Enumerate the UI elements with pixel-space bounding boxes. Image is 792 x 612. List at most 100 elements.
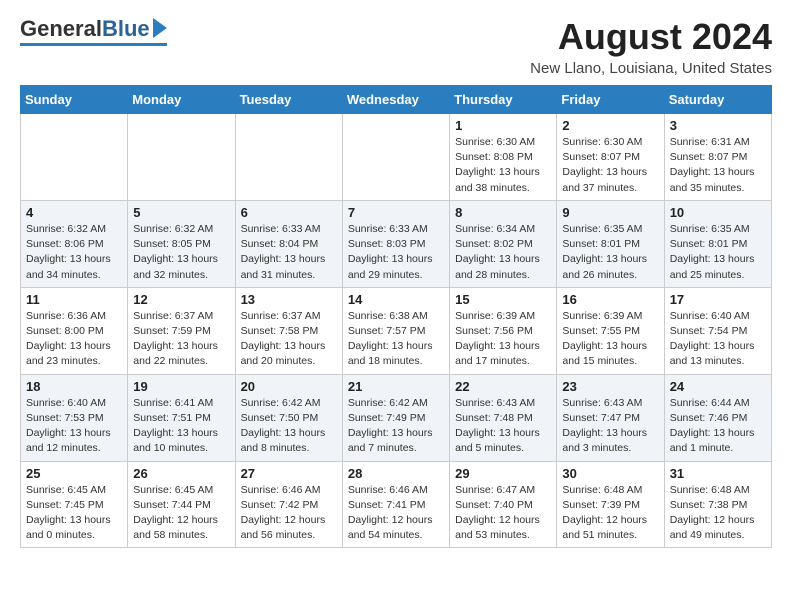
day-info: Sunrise: 6:38 AM Sunset: 7:57 PM Dayligh… [348,309,444,370]
calendar-cell: 9 Sunrise: 6:35 AM Sunset: 8:01 PM Daylig… [557,200,664,287]
day-number: 25 [26,466,122,481]
calendar-cell: 31Sunrise: 6:48 AM Sunset: 7:38 PM Dayli… [664,461,771,548]
day-number: 15 [455,292,551,307]
day-info: Sunrise: 6:39 AM Sunset: 7:55 PM Dayligh… [562,309,658,370]
day-number: 4 [26,205,122,220]
day-info: Sunrise: 6:30 AM Sunset: 8:08 PM Dayligh… [455,135,551,196]
day-info: Sunrise: 6:36 AM Sunset: 8:00 PM Dayligh… [26,309,122,370]
day-info: Sunrise: 6:43 AM Sunset: 7:48 PM Dayligh… [455,396,551,457]
calendar-cell [342,114,449,201]
calendar-cell: 7Sunrise: 6:33 AM Sunset: 8:03 PM Daylig… [342,200,449,287]
calendar-cell: 13 Sunrise: 6:37 AM Sunset: 7:58 PM Dayli… [235,287,342,374]
logo-general-text: General [20,16,102,42]
day-info: Sunrise: 6:35 AM Sunset: 8:01 PM Dayligh… [670,222,766,283]
day-number: 19 [133,379,229,394]
calendar-cell: 10Sunrise: 6:35 AM Sunset: 8:01 PM Dayli… [664,200,771,287]
day-info: Sunrise: 6:41 AM Sunset: 7:51 PM Dayligh… [133,396,229,457]
day-info: Sunrise: 6:34 AM Sunset: 8:02 PM Dayligh… [455,222,551,283]
day-number: 18 [26,379,122,394]
day-info: Sunrise: 6:37 AM Sunset: 7:58 PM Dayligh… [241,309,337,370]
day-number: 21 [348,379,444,394]
header-wednesday: Wednesday [342,86,449,114]
location: New Llano, Louisiana, United States [530,60,772,77]
calendar-cell: 30 Sunrise: 6:48 AM Sunset: 7:39 PM Dayli… [557,461,664,548]
day-info: Sunrise: 6:33 AM Sunset: 8:04 PM Dayligh… [241,222,337,283]
day-number: 8 [455,205,551,220]
calendar-week-4: 18 Sunrise: 6:40 AM Sunset: 7:53 PM Dayli… [21,374,772,461]
day-number: 20 [241,379,337,394]
day-number: 28 [348,466,444,481]
calendar-cell: 27Sunrise: 6:46 AM Sunset: 7:42 PM Dayli… [235,461,342,548]
calendar-cell: 14 Sunrise: 6:38 AM Sunset: 7:57 PM Dayli… [342,287,449,374]
calendar-cell: 6 Sunrise: 6:33 AM Sunset: 8:04 PM Daylig… [235,200,342,287]
calendar-cell: 16 Sunrise: 6:39 AM Sunset: 7:55 PM Dayli… [557,287,664,374]
day-number: 26 [133,466,229,481]
day-info: Sunrise: 6:40 AM Sunset: 7:54 PM Dayligh… [670,309,766,370]
day-number: 17 [670,292,766,307]
calendar-week-5: 25 Sunrise: 6:45 AM Sunset: 7:45 PM Dayli… [21,461,772,548]
calendar-table: SundayMondayTuesdayWednesdayThursdayFrid… [20,85,772,548]
calendar-week-2: 4 Sunrise: 6:32 AM Sunset: 8:06 PM Daylig… [21,200,772,287]
day-info: Sunrise: 6:46 AM Sunset: 7:41 PM Dayligh… [348,483,444,544]
day-info: Sunrise: 6:46 AM Sunset: 7:42 PM Dayligh… [241,483,337,544]
day-info: Sunrise: 6:42 AM Sunset: 7:49 PM Dayligh… [348,396,444,457]
calendar-week-1: 1 Sunrise: 6:30 AM Sunset: 8:08 PM Daylig… [21,114,772,201]
day-info: Sunrise: 6:43 AM Sunset: 7:47 PM Dayligh… [562,396,658,457]
calendar-cell: 19 Sunrise: 6:41 AM Sunset: 7:51 PM Dayli… [128,374,235,461]
day-info: Sunrise: 6:42 AM Sunset: 7:50 PM Dayligh… [241,396,337,457]
day-info: Sunrise: 6:40 AM Sunset: 7:53 PM Dayligh… [26,396,122,457]
calendar-cell: 11Sunrise: 6:36 AM Sunset: 8:00 PM Dayli… [21,287,128,374]
calendar-cell: 21 Sunrise: 6:42 AM Sunset: 7:49 PM Dayli… [342,374,449,461]
header-sunday: Sunday [21,86,128,114]
day-number: 12 [133,292,229,307]
page-header: General Blue August 2024 New Llano, Loui… [20,16,772,77]
day-number: 13 [241,292,337,307]
day-info: Sunrise: 6:47 AM Sunset: 7:40 PM Dayligh… [455,483,551,544]
day-number: 30 [562,466,658,481]
day-number: 16 [562,292,658,307]
calendar-cell [128,114,235,201]
day-number: 9 [562,205,658,220]
header-thursday: Thursday [450,86,557,114]
month-title: August 2024 [530,16,772,58]
day-number: 5 [133,205,229,220]
calendar-cell: 1 Sunrise: 6:30 AM Sunset: 8:08 PM Daylig… [450,114,557,201]
calendar-cell: 5 Sunrise: 6:32 AM Sunset: 8:05 PM Daylig… [128,200,235,287]
calendar-cell: 4 Sunrise: 6:32 AM Sunset: 8:06 PM Daylig… [21,200,128,287]
calendar-cell: 24Sunrise: 6:44 AM Sunset: 7:46 PM Dayli… [664,374,771,461]
calendar-cell: 26 Sunrise: 6:45 AM Sunset: 7:44 PM Dayli… [128,461,235,548]
calendar-cell: 12Sunrise: 6:37 AM Sunset: 7:59 PM Dayli… [128,287,235,374]
day-number: 2 [562,118,658,133]
day-info: Sunrise: 6:44 AM Sunset: 7:46 PM Dayligh… [670,396,766,457]
calendar-cell: 15 Sunrise: 6:39 AM Sunset: 7:56 PM Dayli… [450,287,557,374]
day-info: Sunrise: 6:45 AM Sunset: 7:45 PM Dayligh… [26,483,122,544]
day-info: Sunrise: 6:48 AM Sunset: 7:39 PM Dayligh… [562,483,658,544]
day-number: 23 [562,379,658,394]
day-info: Sunrise: 6:31 AM Sunset: 8:07 PM Dayligh… [670,135,766,196]
day-number: 22 [455,379,551,394]
day-number: 14 [348,292,444,307]
calendar-cell: 8 Sunrise: 6:34 AM Sunset: 8:02 PM Daylig… [450,200,557,287]
calendar-cell: 17 Sunrise: 6:40 AM Sunset: 7:54 PM Dayli… [664,287,771,374]
header-monday: Monday [128,86,235,114]
day-number: 6 [241,205,337,220]
calendar-cell: 2Sunrise: 6:30 AM Sunset: 8:07 PM Daylig… [557,114,664,201]
calendar-cell: 20 Sunrise: 6:42 AM Sunset: 7:50 PM Dayli… [235,374,342,461]
day-info: Sunrise: 6:32 AM Sunset: 8:06 PM Dayligh… [26,222,122,283]
calendar-cell: 23 Sunrise: 6:43 AM Sunset: 7:47 PM Dayli… [557,374,664,461]
day-info: Sunrise: 6:39 AM Sunset: 7:56 PM Dayligh… [455,309,551,370]
day-number: 1 [455,118,551,133]
calendar-cell: 22 Sunrise: 6:43 AM Sunset: 7:48 PM Dayli… [450,374,557,461]
calendar-cell: 3Sunrise: 6:31 AM Sunset: 8:07 PM Daylig… [664,114,771,201]
day-info: Sunrise: 6:48 AM Sunset: 7:38 PM Dayligh… [670,483,766,544]
calendar-cell [21,114,128,201]
logo: General Blue [20,16,167,46]
day-info: Sunrise: 6:35 AM Sunset: 8:01 PM Dayligh… [562,222,658,283]
day-info: Sunrise: 6:32 AM Sunset: 8:05 PM Dayligh… [133,222,229,283]
calendar-cell: 18 Sunrise: 6:40 AM Sunset: 7:53 PM Dayli… [21,374,128,461]
title-block: August 2024 New Llano, Louisiana, United… [530,16,772,77]
day-info: Sunrise: 6:45 AM Sunset: 7:44 PM Dayligh… [133,483,229,544]
day-info: Sunrise: 6:33 AM Sunset: 8:03 PM Dayligh… [348,222,444,283]
calendar-cell: 29Sunrise: 6:47 AM Sunset: 7:40 PM Dayli… [450,461,557,548]
calendar-cell: 28 Sunrise: 6:46 AM Sunset: 7:41 PM Dayli… [342,461,449,548]
